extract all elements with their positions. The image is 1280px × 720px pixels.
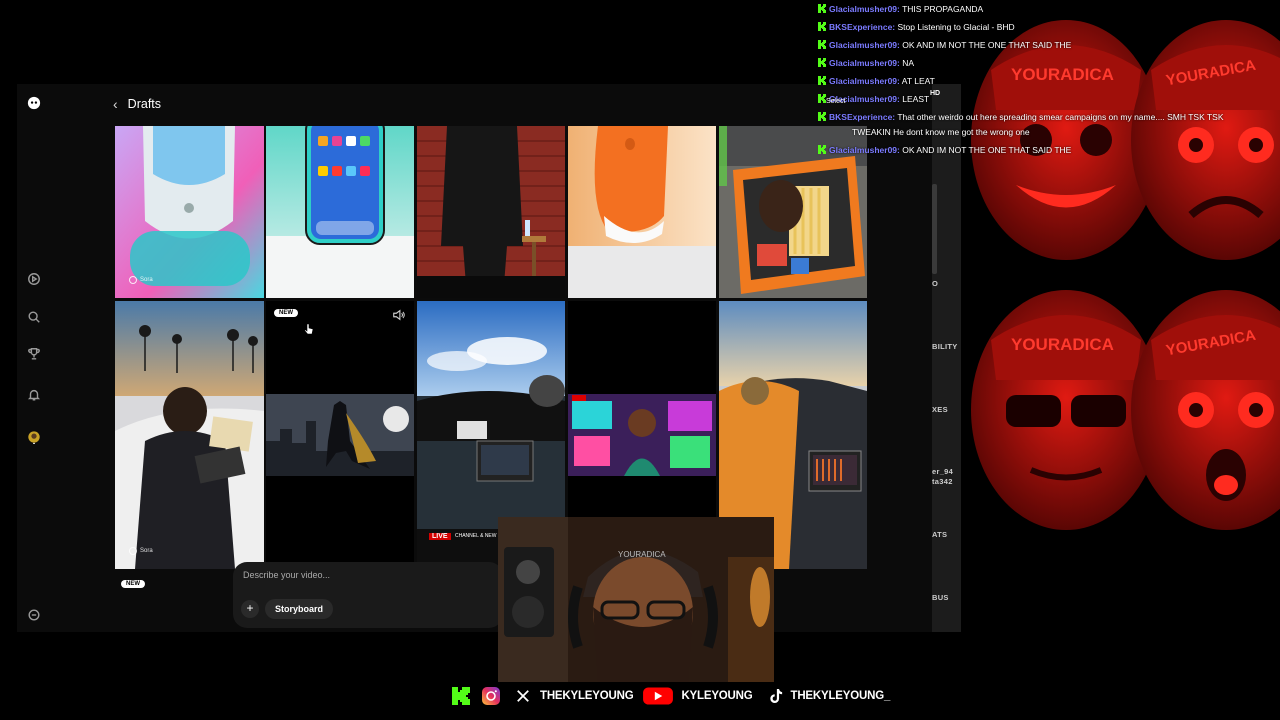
side-fragment: BILITY	[932, 342, 958, 351]
x-handle: THEKYLEYOUNG	[540, 690, 634, 702]
home-icon[interactable]	[25, 270, 43, 288]
webcam-feed: YOURADICA	[498, 517, 774, 682]
emote-wall-overlay: YOURADICA YOURADICA YOURADICA YOURADICA	[961, 0, 1280, 545]
mouse-cursor-icon	[304, 323, 314, 335]
channel-label: CHANNEL & NEW	[455, 533, 497, 539]
new-badge: NEW	[274, 309, 298, 317]
prompt-composer: + Storyboard	[233, 562, 503, 628]
sora-watermark: Sora	[129, 276, 153, 284]
video-tile-retro-mac[interactable]: Sora	[115, 126, 264, 298]
search-icon[interactable]	[25, 308, 43, 326]
page-title: Drafts	[127, 97, 162, 111]
chat-message: Glacialmusher09: THIS PROPAGANDA	[818, 4, 983, 15]
hd-label: HD	[930, 90, 941, 97]
new-badge: NEW	[121, 580, 145, 588]
hat-text: YOURADICA	[1011, 65, 1114, 84]
live-badge: LIVE	[429, 533, 451, 540]
side-fragment: er_94	[932, 467, 954, 476]
chevron-left-icon: ‹	[113, 96, 118, 112]
webcam-hat-text: YOURADICA	[618, 550, 666, 559]
video-tile-car-sunset-laptop[interactable]: Sora	[115, 301, 264, 569]
select-label: Select	[826, 98, 846, 105]
kick-logo-icon	[450, 685, 472, 707]
kick-badge-icon	[818, 112, 826, 121]
chat-message: TWEAKIN He dont know me got the wrong on…	[852, 127, 1030, 137]
video-tile-orange-device[interactable]	[568, 126, 716, 298]
youtube-handle: KYLEYOUNG	[681, 690, 753, 702]
hat-text: YOURADICA	[1011, 335, 1114, 354]
chat-message: BKSExperience: That other weirdo out her…	[818, 112, 1224, 123]
youtube-icon	[641, 685, 675, 707]
chat-message: Glacialmusher09: OK AND IM NOT THE ONE T…	[818, 145, 1071, 156]
speaker-icon[interactable]	[392, 308, 406, 322]
sora-app-window: ‹ Drafts Sora Sora NEW LIVE CHANNEL & NE…	[17, 84, 932, 632]
bell-icon[interactable]	[25, 386, 43, 404]
kick-badge-icon	[818, 94, 826, 103]
chat-message: Glacialmusher09: NA	[818, 58, 914, 69]
instagram-icon	[480, 685, 502, 707]
sora-watermark: Sora	[129, 547, 153, 555]
left-nav-rail	[17, 84, 51, 632]
tiktok-handle: THEKYLEYOUNG_	[790, 690, 891, 702]
scrollbar[interactable]	[932, 184, 937, 274]
back-to-drafts[interactable]: ‹ Drafts	[113, 96, 161, 112]
prompt-input[interactable]	[243, 570, 493, 580]
add-media-button[interactable]: +	[241, 600, 259, 618]
kick-badge-icon	[818, 76, 826, 85]
chat-message: Glacialmusher09: AT LEAT	[818, 76, 935, 87]
avatar[interactable]	[25, 428, 43, 446]
social-handles-bar: THEKYLEYOUNG KYLEYOUNG THEKYLEYOUNG_	[450, 683, 898, 709]
side-fragment: ta342	[932, 477, 953, 486]
trophy-icon[interactable]	[25, 345, 43, 363]
video-tile-batman-new[interactable]: NEW	[266, 301, 414, 569]
chat-message: Glacialmusher09: OK AND IM NOT THE ONE T…	[818, 40, 1071, 51]
cropped-side-panel: O BILITY XES er_94 ta342 ATS BUS	[932, 84, 961, 632]
kick-badge-icon	[818, 145, 826, 154]
sora-logo-icon[interactable]	[25, 94, 43, 112]
kick-badge-icon	[818, 58, 826, 67]
x-logo-icon	[512, 685, 534, 707]
video-tile-comedy-stage[interactable]	[417, 126, 565, 298]
side-fragment: O	[932, 279, 939, 288]
side-fragment: ATS	[932, 530, 948, 539]
video-tile-phone[interactable]	[266, 126, 414, 298]
kick-badge-icon	[818, 4, 826, 13]
side-fragment: XES	[932, 405, 948, 414]
tiktok-icon	[765, 685, 787, 707]
chat-message: BKSExperience: Stop Listening to Glacial…	[818, 22, 1015, 33]
settings-icon[interactable]	[25, 606, 43, 624]
kick-badge-icon	[818, 40, 826, 49]
kick-badge-icon	[818, 22, 826, 31]
side-fragment: BUS	[932, 593, 949, 602]
storyboard-button[interactable]: Storyboard	[265, 599, 334, 619]
